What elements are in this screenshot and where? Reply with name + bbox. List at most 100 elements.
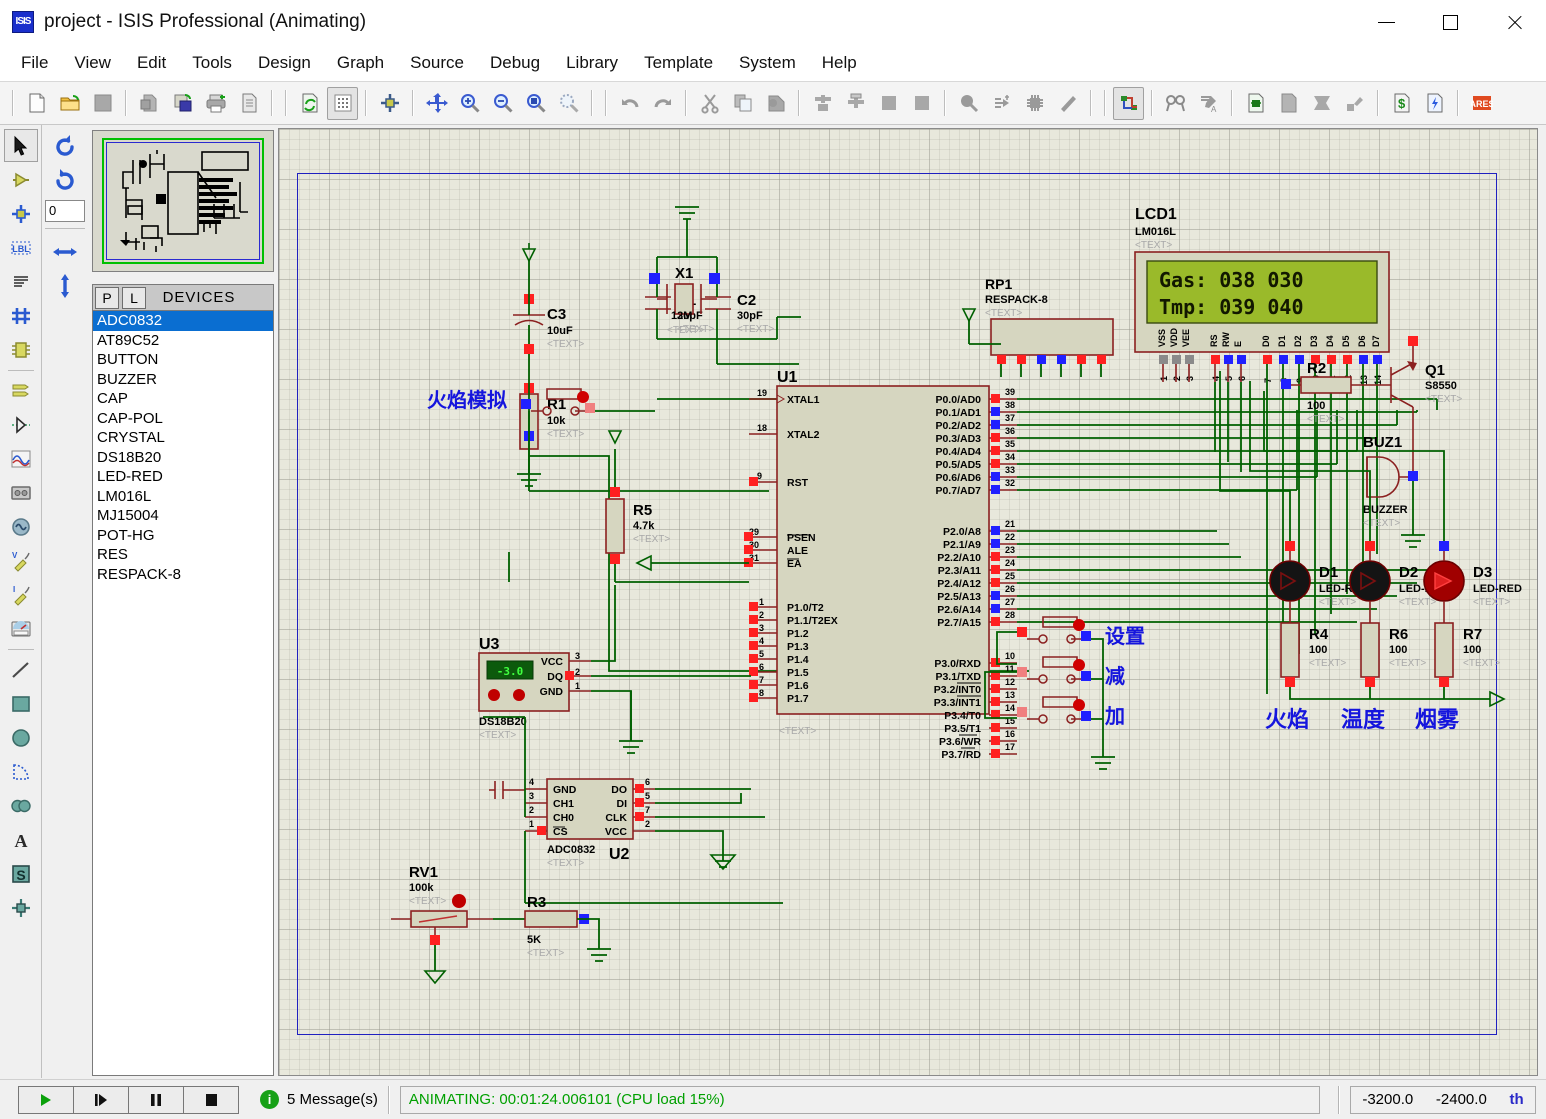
- device-item-led-red[interactable]: LED-RED: [93, 467, 273, 487]
- mirror-horizontal-button[interactable]: [45, 235, 85, 269]
- marker-mode-button[interactable]: [4, 891, 38, 924]
- menu-graph[interactable]: Graph: [324, 49, 397, 77]
- design-explorer-button[interactable]: [1240, 87, 1271, 120]
- path-mode-button[interactable]: [4, 789, 38, 822]
- block-delete-button[interactable]: [906, 87, 937, 120]
- block-move-button[interactable]: [840, 87, 871, 120]
- maximize-button[interactable]: [1418, 0, 1482, 44]
- menu-tools[interactable]: Tools: [179, 49, 245, 77]
- simulation-pause-button[interactable]: [128, 1085, 184, 1114]
- zoom-out-button[interactable]: [487, 87, 518, 120]
- component-mode-button[interactable]: [4, 163, 38, 196]
- print-button[interactable]: [200, 87, 231, 120]
- line-mode-button[interactable]: [4, 653, 38, 686]
- rotate-counterclockwise-button[interactable]: [45, 164, 85, 198]
- buses-mode-button[interactable]: [4, 299, 38, 332]
- close-button[interactable]: [1482, 0, 1546, 44]
- block-rotate-button[interactable]: [873, 87, 904, 120]
- simulation-step-button[interactable]: [73, 1085, 129, 1114]
- device-pins-mode-button[interactable]: [4, 408, 38, 441]
- import-section-button[interactable]: [134, 87, 165, 120]
- refresh-display-button[interactable]: [294, 87, 325, 120]
- box-mode-button[interactable]: [4, 687, 38, 720]
- menu-debug[interactable]: Debug: [477, 49, 553, 77]
- make-device-button[interactable]: [986, 87, 1017, 120]
- schematic-canvas[interactable]: .w { stroke:#006000; stroke-width:1.8; f…: [278, 128, 1538, 1076]
- menu-file[interactable]: File: [8, 49, 61, 77]
- message-status[interactable]: i 5 Message(s): [260, 1090, 378, 1109]
- export-section-button[interactable]: [167, 87, 198, 120]
- devices-list[interactable]: ADC0832 AT89C52 BUTTON BUZZER CAP CAP-PO…: [93, 311, 273, 1075]
- save-button[interactable]: [87, 87, 118, 120]
- rotate-clockwise-button[interactable]: [45, 130, 85, 164]
- new-file-button[interactable]: [21, 87, 52, 120]
- block-copy-button[interactable]: [807, 87, 838, 120]
- zoom-area-button[interactable]: [553, 87, 584, 120]
- electrical-rules-check-button[interactable]: [1419, 87, 1450, 120]
- zoom-in-button[interactable]: [454, 87, 485, 120]
- text-mode-button[interactable]: A: [4, 823, 38, 856]
- generator-mode-button[interactable]: [4, 510, 38, 543]
- menu-template[interactable]: Template: [631, 49, 726, 77]
- new-sheet-button[interactable]: [1273, 87, 1304, 120]
- device-item-pot-hg[interactable]: POT-HG: [93, 526, 273, 546]
- print-area-button[interactable]: [233, 87, 264, 120]
- wire-autorouter-button[interactable]: [1113, 86, 1144, 120]
- wire-label-mode-button[interactable]: LBL: [4, 231, 38, 264]
- arc-mode-button[interactable]: [4, 755, 38, 788]
- menu-library[interactable]: Library: [553, 49, 631, 77]
- circle-mode-button[interactable]: [4, 721, 38, 754]
- library-manager-button[interactable]: L: [122, 286, 146, 309]
- device-item-respack-8[interactable]: RESPACK-8: [93, 565, 273, 585]
- cut-button[interactable]: [694, 87, 725, 120]
- menu-edit[interactable]: Edit: [124, 49, 179, 77]
- selection-mode-button[interactable]: [3, 129, 38, 162]
- search-tag-button[interactable]: [1160, 87, 1191, 120]
- terminals-mode-button[interactable]: [4, 374, 38, 407]
- device-item-ds18b20[interactable]: DS18B20: [93, 448, 273, 468]
- device-item-cap-pol[interactable]: CAP-POL: [93, 409, 273, 429]
- packaging-tool-button[interactable]: [1019, 87, 1050, 120]
- exit-sheet-button[interactable]: [1339, 87, 1370, 120]
- menu-design[interactable]: Design: [245, 49, 324, 77]
- device-item-adc0832[interactable]: ADC0832: [93, 311, 273, 331]
- netlist-to-ares-button[interactable]: ARES: [1466, 87, 1497, 120]
- menu-system[interactable]: System: [726, 49, 809, 77]
- text-script-mode-button[interactable]: [4, 265, 38, 298]
- redo-button[interactable]: [647, 87, 678, 120]
- rotation-angle-input[interactable]: 0: [45, 200, 85, 222]
- pick-devices-button[interactable]: P: [95, 286, 119, 309]
- subcircuit-mode-button[interactable]: [4, 333, 38, 366]
- device-item-button[interactable]: BUTTON: [93, 350, 273, 370]
- undo-button[interactable]: [614, 87, 645, 120]
- property-assignment-button[interactable]: A: [1193, 87, 1224, 120]
- pick-device-button[interactable]: [953, 87, 984, 120]
- toggle-grid-button[interactable]: [327, 86, 358, 120]
- decompose-button[interactable]: [1052, 87, 1083, 120]
- menu-source[interactable]: Source: [397, 49, 477, 77]
- device-item-buzzer[interactable]: BUZZER: [93, 370, 273, 390]
- zoom-all-button[interactable]: [520, 87, 551, 120]
- graph-mode-button[interactable]: [4, 442, 38, 475]
- junction-dot-mode-button[interactable]: [4, 197, 38, 230]
- mirror-vertical-button[interactable]: [45, 269, 85, 303]
- device-item-mj15004[interactable]: MJ15004: [93, 506, 273, 526]
- voltage-probe-mode-button[interactable]: V: [4, 544, 38, 577]
- open-folder-button[interactable]: [54, 87, 85, 120]
- simulation-stop-button[interactable]: [183, 1085, 239, 1114]
- paste-button[interactable]: [760, 87, 791, 120]
- bill-of-materials-button[interactable]: $: [1386, 87, 1417, 120]
- pan-button[interactable]: [421, 87, 452, 120]
- remove-sheet-button[interactable]: [1306, 87, 1337, 120]
- device-item-res[interactable]: RES: [93, 545, 273, 565]
- origin-button[interactable]: [374, 87, 405, 120]
- virtual-instruments-mode-button[interactable]: [4, 612, 38, 645]
- device-item-at89c52[interactable]: AT89C52: [93, 331, 273, 351]
- menu-view[interactable]: View: [61, 49, 124, 77]
- minimize-button[interactable]: [1354, 0, 1418, 44]
- device-item-cap[interactable]: CAP: [93, 389, 273, 409]
- device-item-lm016l[interactable]: LM016L: [93, 487, 273, 507]
- current-probe-mode-button[interactable]: I: [4, 578, 38, 611]
- symbol-mode-button[interactable]: S: [4, 857, 38, 890]
- copy-button[interactable]: [727, 87, 758, 120]
